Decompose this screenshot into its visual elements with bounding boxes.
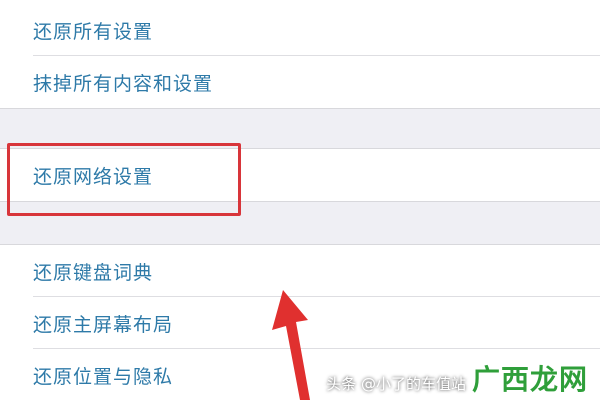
reset-settings-screen: 还原所有设置 抹掉所有内容和设置 还原网络设置 还原键盘词典 还原主屏幕布局 还… xyxy=(0,0,600,400)
reset-all-settings-label: 还原所有设置 xyxy=(33,20,154,43)
reset-home-screen-layout-label: 还原主屏幕布局 xyxy=(33,313,174,336)
reset-all-settings-row[interactable]: 还原所有设置 xyxy=(0,4,600,56)
reset-keyboard-dictionary-row[interactable]: 还原键盘词典 xyxy=(0,245,600,297)
red-highlight-box xyxy=(7,143,241,216)
reset-group-top: 还原所有设置 抹掉所有内容和设置 xyxy=(0,0,600,109)
erase-all-content-row[interactable]: 抹掉所有内容和设置 xyxy=(0,56,600,108)
reset-keyboard-dictionary-label: 还原键盘词典 xyxy=(33,261,154,284)
watermark: 头条 @小了的车值站 广西龙网 xyxy=(326,366,588,394)
watermark-logo: 广西龙网 xyxy=(471,363,588,396)
watermark-handle: 头条 @小了的车值站 xyxy=(326,375,466,393)
erase-all-content-label: 抹掉所有内容和设置 xyxy=(33,72,214,95)
reset-location-privacy-label: 还原位置与隐私 xyxy=(33,365,174,388)
reset-home-screen-layout-row[interactable]: 还原主屏幕布局 xyxy=(0,297,600,349)
